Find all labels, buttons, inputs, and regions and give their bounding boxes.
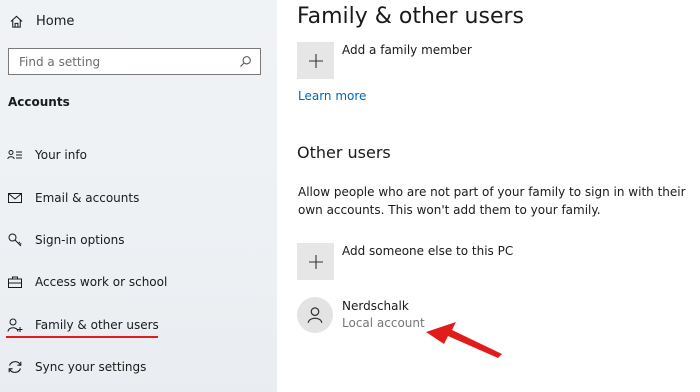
search-icon[interactable] <box>237 54 253 70</box>
sidebar-item-label: Sync your settings <box>35 360 147 374</box>
page-title: Family & other users <box>297 4 524 29</box>
sidebar-item-label: Family & other users <box>35 318 159 332</box>
add-someone-label: Add someone else to this PC <box>342 244 514 258</box>
user-name: Nerdschalk <box>342 299 409 313</box>
avatar <box>297 297 333 333</box>
search-input[interactable] <box>9 49 237 74</box>
sidebar-item-sync-settings[interactable]: Sync your settings <box>0 350 277 384</box>
home-label: Home <box>36 13 75 29</box>
add-family-member-button[interactable]: Add a family member <box>297 42 472 79</box>
add-family-member-label: Add a family member <box>342 43 472 57</box>
plus-icon <box>297 243 334 280</box>
sidebar-item-label: Access work or school <box>35 275 168 289</box>
sidebar-item-your-info[interactable]: Your info <box>0 138 277 172</box>
person-add-icon <box>7 317 23 333</box>
person-list-icon <box>7 147 23 163</box>
learn-more-link[interactable]: Learn more <box>298 89 366 103</box>
sidebar-item-label: Sign-in options <box>35 233 125 247</box>
search-box[interactable] <box>8 48 261 75</box>
add-someone-button[interactable]: Add someone else to this PC <box>297 243 513 280</box>
user-account-type: Local account <box>342 316 425 330</box>
annotation-arrow <box>426 322 502 358</box>
briefcase-icon <box>7 274 23 290</box>
home-icon <box>8 13 24 29</box>
sidebar: Home Accounts Your info Email & accounts… <box>0 0 277 392</box>
sidebar-item-sign-in-options[interactable]: Sign-in options <box>0 223 277 257</box>
other-users-heading: Other users <box>297 143 391 162</box>
selected-item-underline <box>6 336 158 338</box>
other-users-description: Allow people who are not part of your fa… <box>298 185 686 217</box>
sidebar-item-label: Your info <box>35 148 87 162</box>
person-icon <box>307 307 323 324</box>
section-title-accounts: Accounts <box>8 95 70 109</box>
user-account-item[interactable]: Nerdschalk Local account <box>297 297 425 333</box>
sync-icon <box>7 359 23 375</box>
sidebar-item-access-work-school[interactable]: Access work or school <box>0 265 277 299</box>
sidebar-item-label: Email & accounts <box>35 191 140 205</box>
key-icon <box>7 232 23 248</box>
envelope-icon <box>7 190 23 206</box>
home-link[interactable]: Home <box>8 10 74 32</box>
plus-icon <box>297 42 334 79</box>
sidebar-item-email-accounts[interactable]: Email & accounts <box>0 181 277 215</box>
